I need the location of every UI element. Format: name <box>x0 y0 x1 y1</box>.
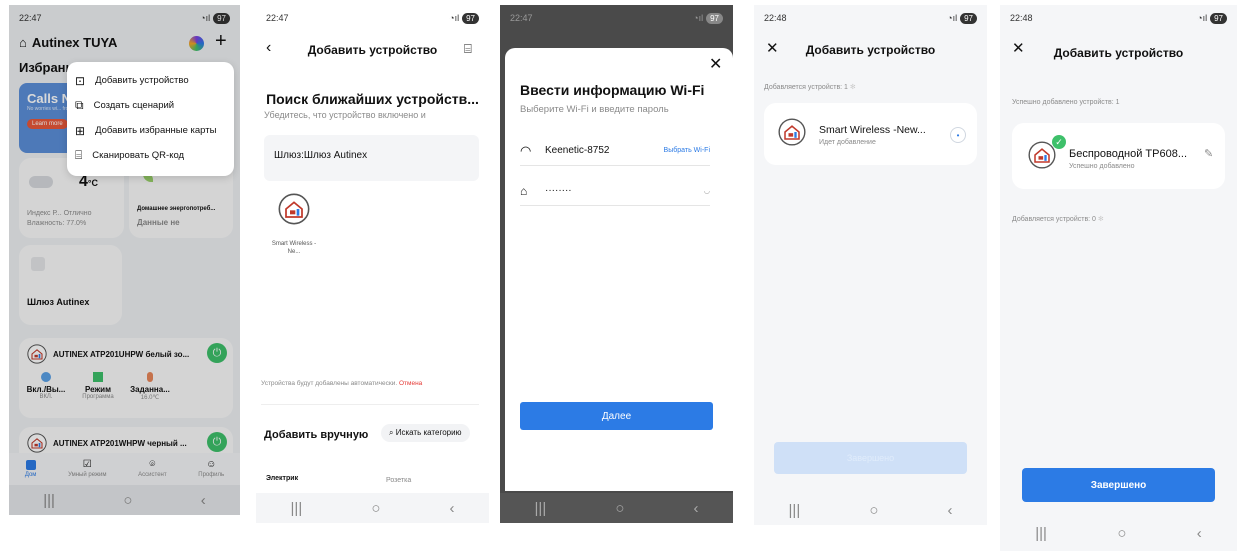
screen-title: Добавить устройство <box>1053 46 1184 60</box>
category-socket[interactable]: Розетка <box>386 477 411 484</box>
password-field[interactable]: ········ <box>545 185 704 196</box>
scan-qr-icon: ⌸ <box>75 148 83 162</box>
loading-indicator: • <box>950 127 966 143</box>
status-bar: 22:48 ◔ıl 97 <box>764 11 977 25</box>
spinner-icon: ✻ <box>849 84 856 91</box>
eye-icon[interactable]: ◡ <box>704 187 710 195</box>
device-status: Успешно добавлено <box>1069 163 1135 170</box>
adding-count: Добавляется устройств: 0 ✻ <box>1012 216 1104 223</box>
done-button[interactable]: Завершено <box>1022 468 1215 502</box>
screen-title: Добавить устройство <box>805 43 936 57</box>
add-card-icon: ⊞ <box>75 123 86 138</box>
battery-badge: 97 <box>1210 12 1227 24</box>
status-bar: 22:48 ◔ıl 97 <box>1010 11 1227 25</box>
system-nav-bar: ||| ○ ‹ <box>500 493 733 523</box>
found-device-name: Smart Wireless -Ne... <box>271 241 317 255</box>
nav-back-button[interactable]: ‹ <box>449 500 454 517</box>
close-icon[interactable]: ✕ <box>709 54 722 74</box>
choose-wifi-link[interactable]: Выбрать Wi-Fi <box>664 147 710 154</box>
adding-device-card[interactable]: Smart Wireless -New... Идет добавление • <box>764 103 977 165</box>
nav-recents-button[interactable]: ||| <box>789 502 801 519</box>
search-hint: Убедитесь, что устройство включено и <box>264 110 426 120</box>
thermostat-icon <box>778 118 806 146</box>
finish-button-disabled[interactable]: Завершено <box>774 442 967 474</box>
gateway-label: Шлюз:Шлюз Autinex <box>274 150 368 161</box>
status-bar: 22:47 ◔ıl 97 <box>510 11 723 25</box>
wifi-ssid: Keenetic-8752 <box>545 145 610 156</box>
status-time: 22:48 <box>764 13 787 23</box>
status-time: 22:47 <box>510 13 533 23</box>
status-time: 22:48 <box>1010 13 1033 23</box>
nav-recents-button[interactable]: ||| <box>535 500 547 517</box>
screen-wifi-info: 22:47 ◔ıl 97 ✕ Ввести информацию Wi-Fi Вы… <box>500 5 733 523</box>
nav-home-button[interactable]: ○ <box>615 500 624 517</box>
screen-title: Добавить устройство <box>307 43 438 57</box>
wifi-icon: ◠ <box>520 142 532 158</box>
nav-back-button[interactable]: ‹ <box>1197 525 1202 542</box>
menu-add-device[interactable]: ⊡ Добавить устройство <box>75 68 226 93</box>
nav-home-button[interactable]: ○ <box>371 500 380 517</box>
search-title: Поиск ближайших устройств... <box>266 91 479 107</box>
nav-home-button[interactable]: ○ <box>1117 525 1126 542</box>
nav-back-button[interactable]: ‹ <box>947 502 952 519</box>
manual-add-title: Добавить вручную <box>264 429 369 441</box>
success-count: Успешно добавлено устройств: 1 <box>1012 99 1120 106</box>
dialog-subtitle: Выберите Wi-Fi и введите пароль <box>520 104 669 115</box>
check-badge-icon: ✓ <box>1052 135 1066 149</box>
status-bar: 22:47 ◔ıl 97 <box>266 11 479 25</box>
category-search-button[interactable]: ⌕ Искать категорию <box>381 424 470 442</box>
device-name: Беспроводной TP608... <box>1069 148 1188 160</box>
create-scene-icon: ⧉ <box>75 98 84 112</box>
screen-added-success: 22:48 ◔ıl 97 ✕ Добавить устройство Успешн… <box>1000 5 1237 551</box>
system-nav-bar: ||| ○ ‹ <box>1000 515 1237 551</box>
wifi-dialog: ✕ Ввести информацию Wi-Fi Выберите Wi-Fi… <box>505 48 733 491</box>
search-icon: ⌕ <box>389 428 394 437</box>
added-device-card[interactable]: ✓ Беспроводной TP608... Успешно добавлен… <box>1012 123 1225 189</box>
dialog-title: Ввести информацию Wi-Fi <box>520 82 705 98</box>
nav-back-button[interactable]: ‹ <box>693 500 698 517</box>
auto-add-text: Устройства будут добавлены автоматически… <box>261 380 423 387</box>
battery-badge: 97 <box>706 12 723 24</box>
battery-badge: 97 <box>462 12 479 24</box>
device-name: Smart Wireless -New... <box>819 124 926 136</box>
spinner-icon: ✻ <box>1097 216 1104 223</box>
nav-home-button[interactable]: ○ <box>869 502 878 519</box>
system-nav-bar: ||| ○ ‹ <box>256 493 489 523</box>
screen-adding-device: 22:48 ◔ıl 97 ✕ Добавить устройство Добавл… <box>754 5 987 525</box>
menu-create-scene[interactable]: ⧉ Создать сценарий <box>75 93 226 118</box>
edit-icon[interactable]: ✎ <box>1204 147 1213 160</box>
screen-home: 22:47 ◔ıl 97 ⌂ Autinex TUYA + Избранное C… <box>9 5 240 515</box>
wifi-row[interactable]: ◠ Keenetic-8752 Выбрать Wi-Fi <box>520 136 710 166</box>
nav-recents-button[interactable]: ||| <box>1035 525 1047 542</box>
wifi-signal-icon: ◔ıl <box>449 13 460 23</box>
gateway-box[interactable]: Шлюз:Шлюз Autinex <box>264 135 479 181</box>
lock-icon: ⌂ <box>520 183 528 198</box>
scan-qr-icon[interactable]: ⌸ <box>464 41 472 57</box>
cancel-link[interactable]: Отмена <box>399 380 422 387</box>
menu-add-cards[interactable]: ⊞ Добавить избранные карты <box>75 118 226 143</box>
wifi-signal-icon: ◔ıl <box>693 13 704 23</box>
found-device[interactable]: Smart Wireless -Ne... <box>269 193 319 256</box>
wifi-signal-icon: ◔ıl <box>947 13 958 23</box>
battery-badge: 97 <box>960 12 977 24</box>
adding-count: Добавляется устройств: 1 ✻ <box>764 84 856 91</box>
nav-recents-button[interactable]: ||| <box>291 500 303 517</box>
add-device-icon: ⊡ <box>75 73 86 88</box>
system-nav-bar: ||| ○ ‹ <box>754 495 987 525</box>
add-menu-popup: ⊡ Добавить устройство ⧉ Создать сценарий ⊞… <box>67 62 234 176</box>
thermostat-icon <box>278 193 310 225</box>
password-row[interactable]: ⌂ ········ ◡ <box>520 176 710 206</box>
menu-scan-qr[interactable]: ⌸ Сканировать QR-код <box>75 143 226 168</box>
wifi-signal-icon: ◔ıl <box>1197 13 1208 23</box>
category-electric[interactable]: Электрик <box>266 475 298 482</box>
screen-search-devices: 22:47 ◔ıl 97 ‹ Добавить устройство ⌸ Поис… <box>256 5 489 523</box>
device-status: Идет добавление <box>819 139 876 146</box>
divider <box>261 404 479 405</box>
status-time: 22:47 <box>266 13 289 23</box>
next-button[interactable]: Далее <box>520 402 713 430</box>
